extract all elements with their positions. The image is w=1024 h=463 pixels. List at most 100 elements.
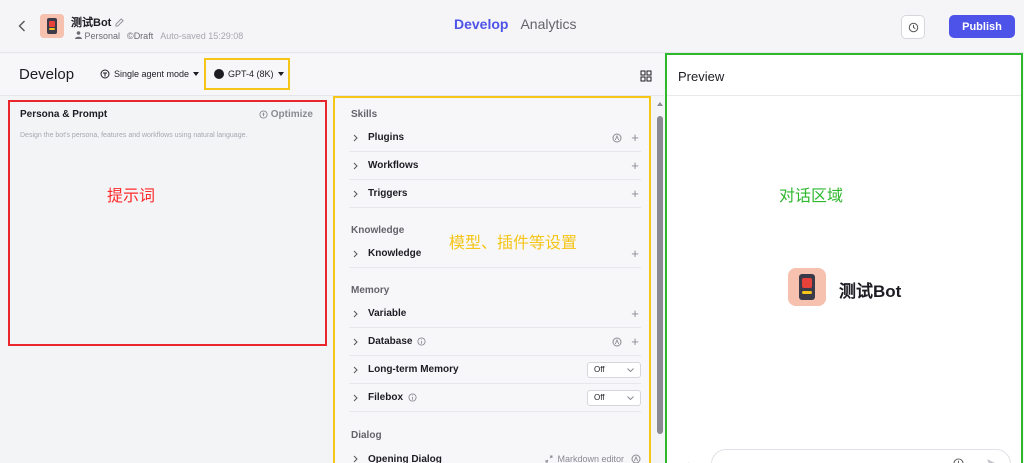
chat-attach-icon[interactable]: + (685, 458, 693, 463)
edit-icon[interactable] (115, 17, 125, 27)
develop-title: Develop (19, 66, 75, 83)
chevron-right-icon (353, 455, 358, 463)
auto-icon[interactable] (612, 133, 622, 143)
auto-icon[interactable] (612, 337, 622, 347)
row-filebox[interactable]: Filebox Off (349, 384, 641, 412)
markdown-editor-button[interactable]: Markdown editor (545, 454, 624, 463)
row-label: Filebox (368, 392, 404, 403)
autosave-label: Auto-saved 15:29:08 (160, 31, 244, 41)
agent-mode-select[interactable]: Single agent mode (100, 69, 200, 79)
section-title-dialog: Dialog (351, 430, 382, 441)
develop-header: Develop Single agent mode GPT-4 (8K) (0, 54, 664, 96)
chevron-right-icon (353, 366, 358, 373)
mic-icon[interactable] (953, 458, 964, 463)
optimize-button[interactable]: Optimize (259, 109, 313, 120)
model-label: GPT-4 (8K) (228, 69, 274, 79)
preview-panel: Preview 对话区域 测试Bot + (665, 53, 1023, 463)
caret-down-icon (277, 72, 284, 76)
bot-name: 测试Bot (71, 14, 125, 30)
row-database[interactable]: Database + (349, 328, 641, 356)
chevron-right-icon (353, 394, 358, 401)
settings-annotation: 模型、插件等设置 (449, 235, 578, 252)
select-value: Off (594, 393, 605, 402)
settings-scrollbar[interactable] (656, 100, 664, 463)
preview-bot-avatar (788, 268, 826, 306)
optimize-icon (259, 110, 268, 119)
chevron-right-icon (353, 310, 358, 317)
plus-icon[interactable]: + (629, 247, 641, 260)
optimize-label: Optimize (270, 109, 313, 120)
prompt-editor[interactable]: Persona & Prompt Optimize Design the bot… (8, 100, 327, 346)
row-label: Long-term Memory (368, 364, 459, 375)
tab-analytics[interactable]: Analytics (520, 16, 576, 32)
scrollbar-thumb[interactable] (657, 116, 663, 434)
row-label: Variable (368, 308, 407, 319)
dialog-annotation: 对话区域 (779, 188, 844, 205)
section-title-memory: Memory (351, 285, 390, 296)
preview-header: Preview (667, 55, 1021, 96)
plus-icon[interactable]: + (629, 187, 641, 200)
chevron-left-icon (18, 20, 25, 32)
markdown-editor-label: Markdown editor (557, 454, 624, 463)
history-icon (908, 22, 918, 32)
status-text: Draft (133, 31, 154, 41)
workspace-label: Personal (75, 31, 120, 41)
bot-avatar[interactable] (40, 14, 64, 38)
info-icon[interactable] (417, 337, 427, 346)
model-select[interactable]: GPT-4 (8K) (204, 58, 290, 90)
draft-icon: © (127, 31, 134, 41)
row-label: Opening Dialog (368, 453, 442, 463)
prompt-title: Persona & Prompt (20, 109, 108, 120)
auto-icon[interactable] (631, 454, 641, 463)
send-icon[interactable] (986, 458, 998, 463)
chevron-right-icon (353, 162, 358, 169)
select-value: Off (594, 365, 605, 374)
plus-icon[interactable]: + (629, 307, 641, 320)
row-long-term-memory[interactable]: Long-term Memory Off (349, 356, 641, 384)
settings-panel: Skills Plugins + Workflows + Triggers + … (333, 96, 651, 463)
preview-title: Preview (678, 69, 725, 84)
plus-icon[interactable]: + (629, 335, 641, 348)
tab-develop[interactable]: Develop (454, 16, 508, 32)
publish-button[interactable]: Publish (949, 15, 1015, 38)
chat-input[interactable] (711, 449, 1011, 463)
long-term-memory-select[interactable]: Off (587, 361, 641, 378)
row-label: Triggers (368, 188, 408, 199)
row-opening-dialog[interactable]: Opening Dialog Markdown editor (349, 445, 641, 463)
row-label: Plugins (368, 132, 405, 143)
user-icon (75, 31, 82, 39)
row-label: Database (368, 336, 413, 347)
openai-icon (214, 69, 224, 79)
agent-mode-icon (100, 69, 110, 79)
preview-bot-name: 测试Bot (839, 282, 902, 301)
workspace-text: Personal (84, 31, 121, 41)
history-button[interactable] (901, 15, 925, 39)
prompt-annotation: 提示词 (107, 188, 156, 205)
info-icon[interactable] (408, 393, 417, 402)
row-triggers[interactable]: Triggers + (349, 180, 641, 208)
plus-icon[interactable]: + (629, 131, 641, 144)
plus-icon[interactable]: + (629, 159, 641, 172)
filebox-select[interactable]: Off (587, 389, 641, 406)
row-workflows[interactable]: Workflows + (349, 152, 641, 180)
chevron-down-icon (627, 367, 634, 372)
chevron-right-icon (353, 134, 358, 141)
back-button[interactable] (12, 15, 32, 37)
status-label: ©Draft (127, 31, 153, 41)
chevron-down-icon (627, 395, 634, 400)
expand-icon (546, 455, 553, 463)
layout-grid-button[interactable] (640, 69, 652, 82)
row-variable[interactable]: Variable + (349, 300, 641, 328)
main-nav: Develop Analytics (454, 16, 577, 32)
bot-avatar-image (788, 268, 826, 306)
chevron-right-icon (353, 338, 358, 345)
bot-meta: Personal ©Draft Auto-saved 15:29:08 (75, 31, 243, 41)
scroll-up-icon[interactable] (656, 100, 664, 108)
chevron-right-icon (353, 190, 358, 197)
row-plugins[interactable]: Plugins + (349, 124, 641, 152)
section-title-skills: Skills (351, 109, 378, 120)
row-label: Workflows (368, 160, 419, 171)
prompt-placeholder: Design the bot's persona, features and w… (20, 132, 248, 139)
grid-icon (640, 70, 652, 82)
bot-avatar-image (40, 14, 64, 38)
